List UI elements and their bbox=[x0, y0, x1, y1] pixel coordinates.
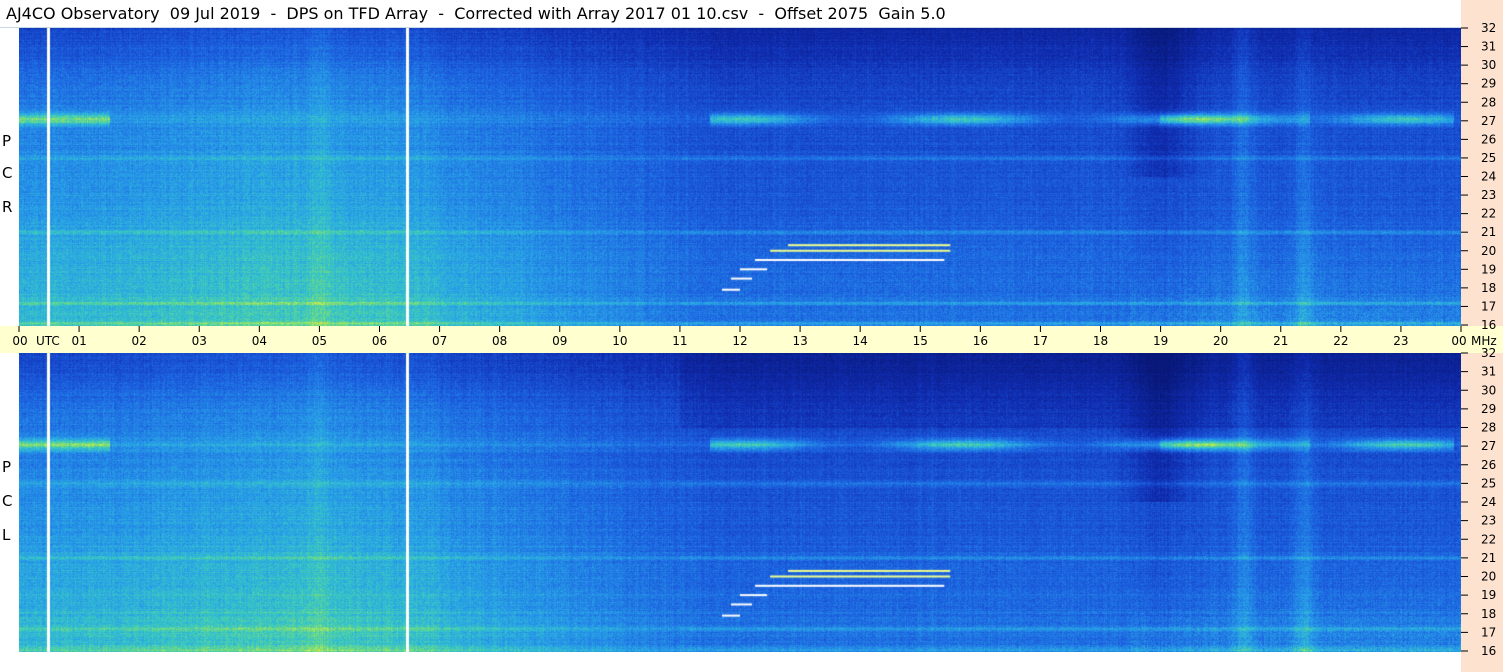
rcp-label-p: P bbox=[2, 132, 12, 150]
time-axis-strip bbox=[0, 326, 1503, 353]
lcp-spectrogram bbox=[19, 353, 1461, 652]
rcp-spectrogram bbox=[19, 28, 1461, 326]
rcp-label-c: C bbox=[2, 164, 13, 182]
lcp-spectrogram-canvas bbox=[19, 353, 1461, 652]
lcp-label-l: L bbox=[2, 526, 11, 544]
title-bar: AJ4CO Observatory 09 Jul 2019 - DPS on T… bbox=[0, 0, 1461, 28]
rcp-spectrogram-canvas bbox=[19, 28, 1461, 326]
page-title: AJ4CO Observatory 09 Jul 2019 - DPS on T… bbox=[6, 4, 946, 23]
lcp-label-p: P bbox=[2, 458, 12, 476]
lcp-label-c: C bbox=[2, 492, 13, 510]
bottom-margin bbox=[0, 652, 1461, 672]
rcp-label-r: R bbox=[2, 198, 13, 216]
